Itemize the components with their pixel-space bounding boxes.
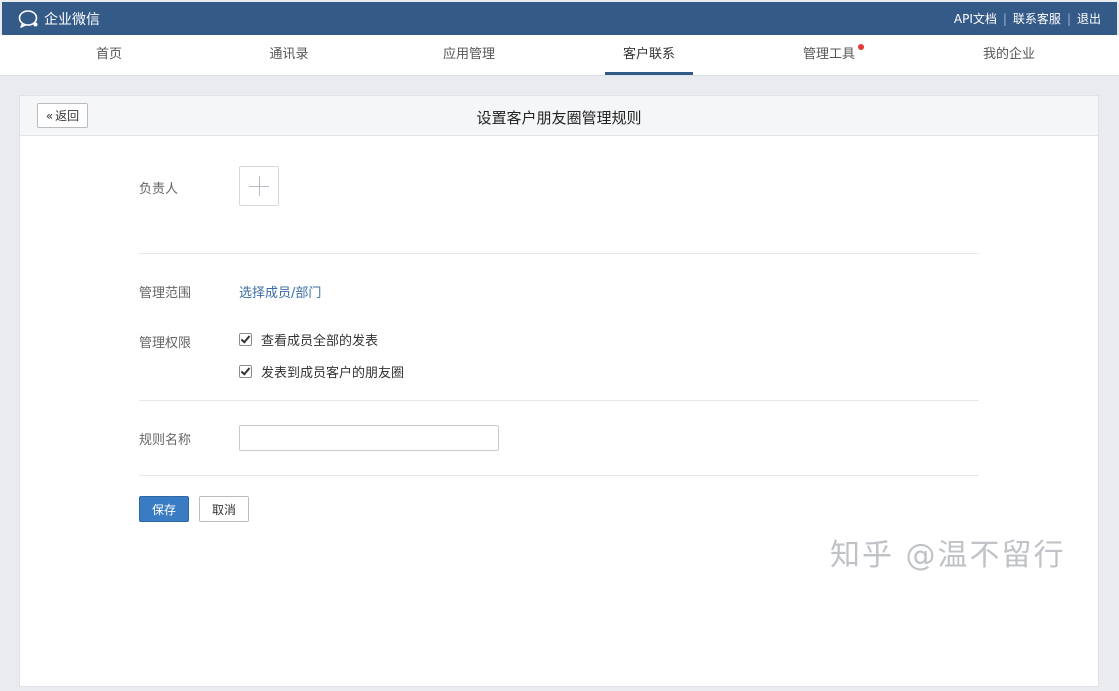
link-separator: |: [1002, 11, 1007, 26]
add-owner-button[interactable]: [239, 166, 279, 206]
link-separator: |: [1066, 11, 1071, 26]
divider: [139, 400, 979, 401]
divider: [139, 475, 979, 476]
brand[interactable]: 企业微信: [18, 8, 100, 30]
nav-tab-app-management[interactable]: 应用管理: [409, 35, 529, 76]
nav-tab-my-enterprise[interactable]: 我的企业: [949, 35, 1069, 76]
logout-link[interactable]: 退出: [1077, 10, 1101, 27]
owner-label: 负责人: [139, 182, 179, 197]
select-members-link[interactable]: 选择成员/部门: [239, 282, 321, 301]
chat-bubble-icon: [18, 10, 38, 28]
permission-post-to-moments[interactable]: 发表到成员客户的朋友圈: [239, 362, 404, 381]
save-button[interactable]: 保存: [139, 496, 189, 522]
notification-dot: [858, 44, 864, 50]
rule-name-label: 规则名称: [139, 433, 192, 448]
rule-settings-card: « 返回 设置客户朋友圈管理规则 负责人 管理范围 选择成员/部门 管理权限 查…: [19, 95, 1099, 687]
contact-support-link[interactable]: 联系客服: [1013, 10, 1061, 27]
permission-label: 管理权限: [139, 336, 192, 351]
page-title: 设置客户朋友圈管理规则: [476, 109, 642, 127]
permission-post-to-moments-label: 发表到成员客户的朋友圈: [261, 366, 405, 381]
checkbox-post-to-moments[interactable]: [239, 365, 252, 378]
cancel-button[interactable]: 取消: [199, 496, 249, 522]
checkmark-icon: [240, 333, 251, 344]
nav-tab-contacts[interactable]: 通讯录: [229, 35, 349, 76]
permission-view-all-posts-label: 查看成员全部的发表: [261, 334, 379, 349]
checkbox-view-all-posts[interactable]: [239, 333, 252, 346]
top-links: API文档 | 联系客服 | 退出: [954, 10, 1101, 27]
rule-name-input[interactable]: [239, 425, 499, 451]
api-docs-link[interactable]: API文档: [954, 10, 997, 27]
scope-label: 管理范围: [139, 286, 192, 301]
watermark: 知乎 @温不留行: [830, 538, 1066, 573]
divider: [139, 253, 979, 254]
brand-name: 企业微信: [44, 12, 100, 28]
nav-tab-home[interactable]: 首页: [49, 35, 169, 76]
card-header: « 返回 设置客户朋友圈管理规则: [20, 96, 1098, 136]
nav-tab-customer-contact[interactable]: 客户联系: [589, 35, 709, 76]
permission-view-all-posts[interactable]: 查看成员全部的发表: [239, 330, 378, 349]
nav-tab-management-tools[interactable]: 管理工具: [769, 35, 889, 76]
main-nav: 首页 通讯录 应用管理 客户联系 管理工具 我的企业: [0, 35, 1119, 76]
checkmark-icon: [240, 365, 251, 376]
top-bar: 企业微信 API文档 | 联系客服 | 退出: [2, 2, 1117, 35]
